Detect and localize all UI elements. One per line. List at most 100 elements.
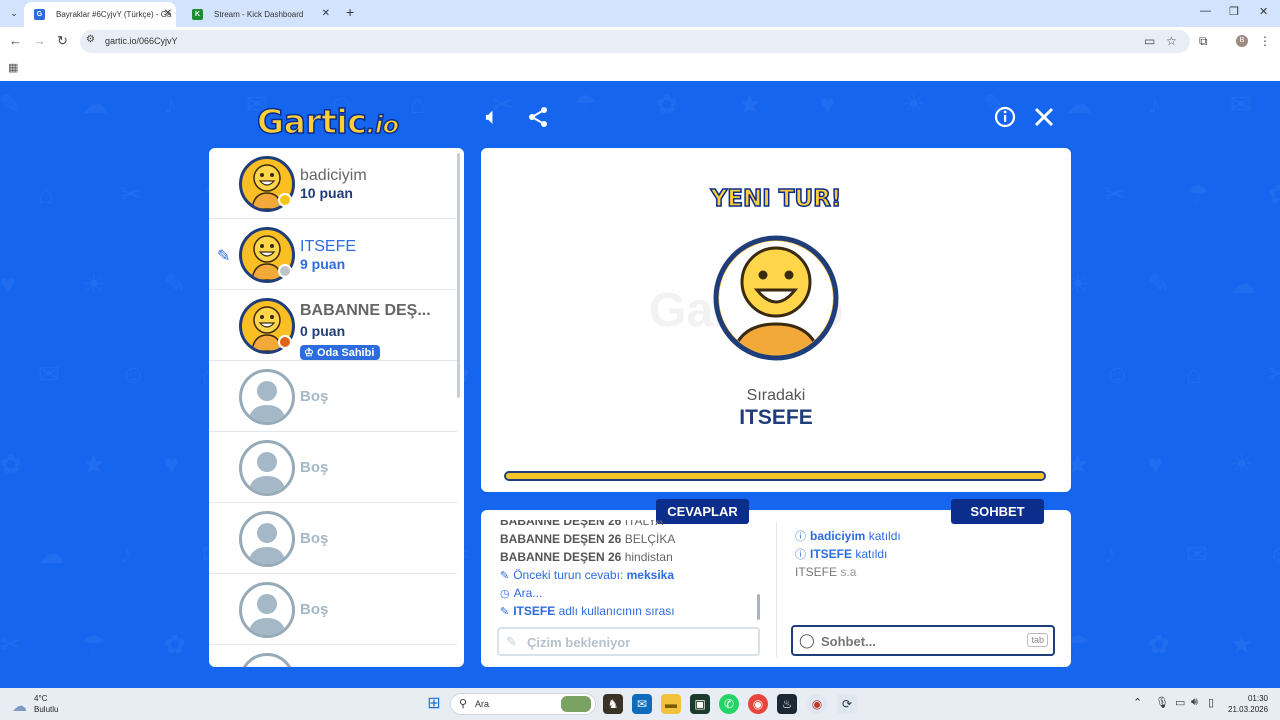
tray-chevron-icon[interactable]: ⌃ xyxy=(1133,696,1142,709)
tab-gartic[interactable]: G Bayraklar #6CyjvY (Türkçe) - Ga ✕ xyxy=(24,2,176,27)
next-player-avatar xyxy=(713,232,839,364)
tab-key-hint: tab xyxy=(1027,633,1048,647)
extensions-icon[interactable]: ⧉ xyxy=(1199,34,1208,49)
drawing-canvas[interactable]: Gartic.io YENI TUR! Sıradaki ITSEFE xyxy=(481,148,1071,492)
answers-list: BABANNE DEŞEN 26 İTALYA BABANNE DEŞEN 26… xyxy=(500,520,760,624)
answer-input[interactable] xyxy=(527,633,752,651)
app-icon[interactable]: ⟳ xyxy=(837,694,857,714)
forward-button[interactable]: → xyxy=(33,33,46,48)
profile-avatar[interactable]: B xyxy=(1236,35,1248,47)
empty-slot xyxy=(209,645,457,667)
whatsapp-icon[interactable]: ✆ xyxy=(719,694,739,714)
file-explorer-icon[interactable]: ▬ xyxy=(661,694,681,714)
close-icon[interactable] xyxy=(1033,106,1055,133)
player-row[interactable]: ✎ ITSEFE 9 puan xyxy=(209,219,457,290)
close-tab-icon[interactable]: ✕ xyxy=(164,8,172,19)
chrome-profile-icon[interactable]: ◉ xyxy=(807,694,827,714)
doodle-icon: ☁ xyxy=(1066,89,1092,119)
outlook-icon[interactable]: ✉ xyxy=(632,694,652,714)
empty-slot: Boş xyxy=(209,432,457,503)
system-line: ◷ Ara... xyxy=(500,586,543,600)
doodle-icon: ☀ xyxy=(1230,449,1254,479)
player-points: 9 puan xyxy=(300,256,346,272)
terminal-icon[interactable]: ▣ xyxy=(690,694,710,714)
player-row[interactable]: badiciyim 10 puan xyxy=(209,148,457,219)
empty-slot-label: Boş xyxy=(300,388,329,405)
chat-input[interactable] xyxy=(821,632,1021,650)
tab-kick[interactable]: K Stream - Kick Dashboard ✕ xyxy=(182,2,334,27)
answers-chat-panel: CEVAPLAR SOHBET BABANNE DEŞEN 26 İTALYA … xyxy=(481,499,1071,667)
restore-button[interactable]: ❐ xyxy=(1229,5,1239,18)
chat-bubble-icon: ◯ xyxy=(799,632,815,648)
doodle-icon: ✎ xyxy=(164,269,186,299)
back-button[interactable]: ← xyxy=(9,33,22,48)
answer-input-box[interactable]: ✎ xyxy=(497,627,760,656)
crown-icon: ♔ xyxy=(304,347,314,359)
round-progress-bar xyxy=(504,471,1046,481)
weather-condition: Bulutlu xyxy=(34,705,59,714)
windows-start-icon[interactable]: ⊞ xyxy=(424,694,444,714)
new-tab-button[interactable]: + xyxy=(346,4,354,20)
doodle-icon: ☂ xyxy=(82,629,106,659)
doodle-icon: ✉ xyxy=(1186,539,1208,569)
time: 01:30 xyxy=(1247,694,1268,703)
reload-button[interactable]: ↻ xyxy=(57,33,68,49)
sound-icon[interactable]: 🔈︎ xyxy=(486,106,498,129)
chat-tab-button[interactable]: SOHBET xyxy=(951,499,1044,524)
tab-search-button[interactable]: ⌄ xyxy=(6,5,22,21)
bookmark-star-icon[interactable]: ☆ xyxy=(1166,34,1177,48)
pencil-icon: ✎ xyxy=(506,634,517,649)
search-icon: ⚲ xyxy=(459,698,468,710)
browser-tab-bar: ⌄ G Bayraklar #6CyjvY (Türkçe) - Ga ✕ K … xyxy=(0,0,1280,27)
url-text[interactable]: gartic.io/066CyjvY xyxy=(105,36,178,46)
microphone-icon[interactable]: 🎙︎ xyxy=(1155,696,1169,709)
minimize-button[interactable]: — xyxy=(1200,5,1211,17)
info-icon: ⓘ xyxy=(795,531,806,543)
cast-icon[interactable]: ▭ xyxy=(1144,34,1155,48)
players-panel: badiciyim 10 puan ✎ ITSEFE 9 puan BABANN… xyxy=(209,148,464,667)
player-row[interactable]: BABANNE DEŞ... 0 puan ♔ Oda Sahibi xyxy=(209,290,457,361)
info-icon[interactable] xyxy=(994,106,1016,133)
omnibox[interactable]: ⚙ gartic.io/066CyjvY xyxy=(80,30,1190,53)
doodle-icon: ☺ xyxy=(1268,539,1280,570)
chrome-icon[interactable]: ◉ xyxy=(748,694,768,714)
volume-icon[interactable]: 🔊︎ xyxy=(1191,696,1198,709)
apps-grid-icon[interactable]: ▦ xyxy=(8,61,18,74)
doodle-icon: ☀ xyxy=(902,89,926,119)
doodle-icon: ☁ xyxy=(38,539,64,569)
share-icon[interactable] xyxy=(527,106,549,133)
answers-scrollbar[interactable] xyxy=(757,594,760,620)
doodle-icon: ⌂ xyxy=(1186,359,1202,389)
player-name: badiciyim xyxy=(300,167,367,184)
close-tab-icon[interactable]: ✕ xyxy=(322,8,330,19)
doodle-icon: ⌂ xyxy=(410,89,426,119)
status-dot xyxy=(278,335,292,349)
doodle-icon: ♪ xyxy=(120,539,133,569)
network-icon[interactable]: ▭ xyxy=(1175,696,1185,709)
players-scrollbar[interactable] xyxy=(457,153,460,398)
chat-input-box[interactable]: ◯ tab xyxy=(791,625,1055,656)
empty-avatar-icon xyxy=(239,582,295,638)
doodle-icon: ☁ xyxy=(1230,269,1256,299)
progress-fill xyxy=(506,473,1044,479)
empty-avatar-icon xyxy=(239,511,295,567)
doodle-icon: ☂ xyxy=(1186,179,1210,209)
address-bar-row: ← → ↻ ⚙ gartic.io/066CyjvY ▭ ☆ ⧉ ⋮ xyxy=(0,27,1280,56)
empty-slot: Boş xyxy=(209,574,457,645)
status-dot xyxy=(278,264,292,278)
pencil-icon: ✎ xyxy=(500,606,510,618)
close-window-button[interactable]: ✕ xyxy=(1259,5,1268,18)
doodle-icon: ✉ xyxy=(38,359,60,389)
clock[interactable]: 01:30 21.03.2026 xyxy=(1228,693,1268,715)
app-icon[interactable]: ♞ xyxy=(603,694,623,714)
doodle-icon: ✂ xyxy=(1268,359,1280,389)
drawing-pencil-icon: ✎ xyxy=(217,248,231,265)
doodle-icon: ☺ xyxy=(1104,359,1131,389)
search-highlight-image xyxy=(561,696,591,712)
menu-icon[interactable]: ⋮ xyxy=(1259,34,1271,48)
battery-icon[interactable]: ▯ xyxy=(1208,696,1214,709)
taskbar-search[interactable]: ⚲ Ara xyxy=(450,693,596,715)
steam-icon[interactable]: ♨ xyxy=(777,694,797,714)
site-info-icon[interactable]: ⚙ xyxy=(86,34,95,45)
info-icon: ⓘ xyxy=(795,549,806,561)
